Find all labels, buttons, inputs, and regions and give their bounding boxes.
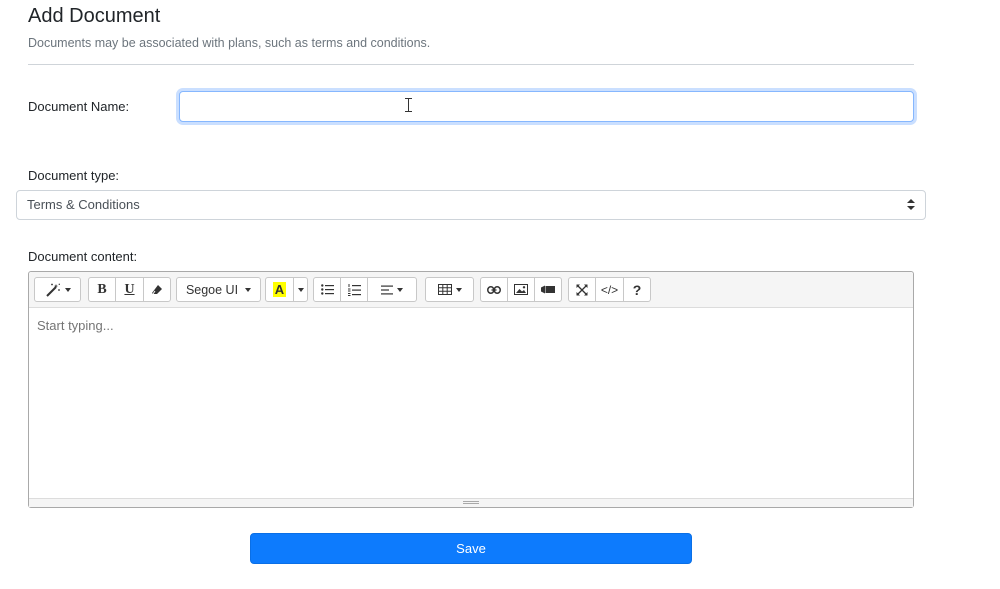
font-name-dropdown[interactable]: Segoe UI	[176, 277, 261, 302]
color-group: A	[265, 277, 308, 302]
link-icon	[487, 285, 501, 294]
rich-text-editor: B U Segoe UI A </> ? Start typing...	[28, 271, 914, 508]
chevron-down-icon	[455, 287, 462, 292]
font-name-value: Segoe UI	[185, 282, 239, 297]
header-divider	[28, 64, 914, 65]
chevron-down-icon	[245, 287, 252, 292]
page-title: Add Document	[28, 5, 161, 27]
eraser-icon	[151, 284, 163, 296]
document-content-label: Document content:	[28, 249, 138, 264]
code-view-icon: </>	[600, 282, 619, 297]
save-button[interactable]: Save	[250, 533, 692, 564]
text-cursor-icon	[405, 98, 413, 112]
chevron-down-icon	[397, 287, 403, 292]
table-icon	[437, 284, 452, 295]
editor-resize-bar[interactable]	[29, 498, 913, 507]
image-button[interactable]	[507, 277, 535, 302]
select-arrows-icon	[907, 199, 915, 211]
editor-placeholder: Start typing...	[37, 318, 114, 333]
document-name-input[interactable]	[179, 91, 914, 122]
unordered-list-button[interactable]	[313, 277, 341, 302]
font-style-group: B U	[88, 277, 171, 302]
unordered-list-icon	[320, 284, 334, 295]
document-type-selected-value: Terms & Conditions	[27, 197, 140, 212]
style-dropdown-button[interactable]	[34, 277, 81, 302]
resize-grip-icon	[463, 501, 479, 504]
align-icon	[381, 285, 393, 295]
paragraph-group	[313, 277, 417, 302]
editor-toolbar: B U Segoe UI A </> ?	[29, 272, 913, 308]
video-button[interactable]	[534, 277, 562, 302]
bold-button[interactable]: B	[88, 277, 116, 302]
table-dropdown-button[interactable]	[425, 277, 474, 302]
highlight-color-button[interactable]: A	[265, 277, 294, 302]
bold-icon: B	[97, 281, 107, 297]
editor-content-area[interactable]: Start typing...	[29, 308, 913, 499]
document-type-select[interactable]: Terms & Conditions	[16, 190, 926, 220]
ordered-list-icon	[347, 283, 361, 296]
document-name-label: Document Name:	[28, 99, 130, 114]
page-subtitle: Documents may be associated with plans, …	[28, 36, 431, 50]
image-icon	[514, 284, 528, 295]
underline-button[interactable]: U	[115, 277, 144, 302]
align-dropdown-button[interactable]	[367, 277, 417, 302]
help-icon: ?	[632, 281, 642, 298]
magic-wand-icon	[45, 283, 61, 297]
video-icon	[541, 285, 555, 294]
fullscreen-icon	[576, 284, 588, 296]
chevron-down-icon	[64, 287, 71, 292]
ordered-list-button[interactable]	[340, 277, 368, 302]
table-group	[425, 277, 474, 302]
insert-group	[480, 277, 562, 302]
underline-icon: U	[124, 281, 135, 297]
color-dropdown-button[interactable]	[293, 277, 308, 302]
clear-format-button[interactable]	[143, 277, 171, 302]
help-button[interactable]: ?	[623, 277, 651, 302]
highlight-color-icon: A	[272, 282, 287, 297]
style-group	[34, 277, 81, 302]
fullscreen-button[interactable]	[568, 277, 596, 302]
view-group: </> ?	[568, 277, 651, 302]
font-name-group: Segoe UI	[176, 277, 261, 302]
code-view-button[interactable]: </>	[595, 277, 624, 302]
document-type-label: Document type:	[28, 168, 120, 183]
chevron-down-icon	[297, 287, 304, 292]
link-button[interactable]	[480, 277, 508, 302]
